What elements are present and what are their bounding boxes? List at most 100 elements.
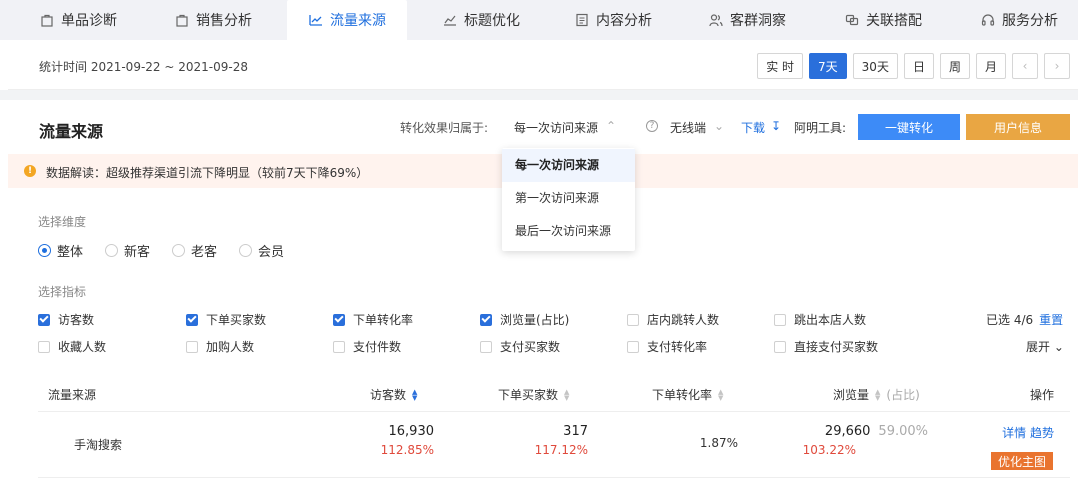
tab-service-analysis[interactable]: 服务分析 [974, 0, 1064, 40]
tab-product-diagnosis[interactable]: 单品诊断 [28, 0, 128, 40]
sort-icon[interactable]: ▲ ▼ [875, 388, 881, 402]
metric-pageviews[interactable]: 浏览量(占比) [480, 311, 569, 328]
radio-label: 整体 [57, 245, 84, 260]
radio-member[interactable]: 会员 [239, 241, 284, 260]
help-icon[interactable]: ? [646, 120, 658, 132]
trend-icon [308, 12, 324, 28]
dimension-title: 选择维度 [38, 215, 87, 229]
convert-button[interactable]: 一键转化 [858, 114, 960, 140]
expand-toggle[interactable]: 展开 ⌄ [1026, 338, 1064, 355]
users-icon [708, 12, 724, 28]
attribution-label: 转化效果归属于: [400, 121, 489, 135]
sort-desc-icon: ▼ [564, 393, 570, 402]
line-chart-icon [442, 12, 458, 28]
time-range-buttons: 实 时 7天 30天 日 周 月 ‹ › [757, 53, 1070, 79]
header-label: 流量来源 [48, 388, 97, 402]
header-source: 流量来源 [48, 386, 96, 403]
tab-audience-insight[interactable]: 客群洞察 [702, 0, 792, 40]
metric-order-buyers[interactable]: 下单买家数 [186, 311, 266, 328]
radio-overall[interactable]: 整体 [38, 241, 83, 260]
sort-desc-icon: ▼ [875, 393, 881, 402]
checkbox [627, 313, 639, 326]
header-pct-label: (占比) [886, 388, 920, 402]
metric-paid-conversion[interactable]: 支付转化率 [627, 338, 707, 355]
radio-old-customer[interactable]: 老客 [172, 241, 217, 260]
header-label: 浏览量 [833, 388, 870, 402]
day-button[interactable]: 日 [903, 53, 934, 79]
chevron-right-icon: › [1054, 59, 1060, 73]
download-label: 下载 [741, 121, 766, 135]
radio-new-customer[interactable]: 新客 [105, 241, 150, 260]
row-order-buyers: 317 117.12% [498, 424, 588, 457]
7day-button[interactable]: 7天 [809, 53, 847, 79]
headset-icon [980, 12, 996, 28]
attribution-select[interactable]: 每一次访问来源 ⌃ [514, 119, 616, 136]
tab-content-analysis[interactable]: 内容分析 [568, 0, 658, 40]
header-visitors[interactable]: 访客数 ▲ ▼ [370, 386, 417, 403]
dropdown-item-every-visit[interactable]: 每一次访问来源 [502, 149, 635, 182]
link-icon [844, 12, 860, 28]
table-header: 流量来源 访客数 ▲ ▼ 下单买家数 ▲ ▼ 下单转化率 ▲ ▼ 浏览量 ▲ ▼ (占比… [38, 378, 1070, 412]
metric-bounce-out[interactable]: 跳出本店人数 [774, 311, 866, 328]
metric-order-conversion[interactable]: 下单转化率 [333, 311, 413, 328]
30day-button[interactable]: 30天 [852, 53, 898, 79]
next-period-button[interactable]: › [1044, 53, 1070, 79]
chevron-down-icon: ⌄ [714, 119, 725, 133]
selected-count-text: 已选 4/6 [986, 313, 1034, 327]
checkbox [774, 340, 786, 353]
chevron-left-icon: ‹ [1022, 59, 1028, 73]
table-row: 手淘搜索 16,930 112.85% 317 117.12% 1.87% 29… [38, 412, 1070, 478]
tab-label: 关联搭配 [866, 13, 922, 29]
row-conversion: 1.87% [699, 436, 738, 450]
visitors-change: 112.85% [380, 443, 434, 457]
section-divider [0, 90, 1078, 100]
tab-title-optimization[interactable]: 标题优化 [436, 0, 526, 40]
device-select[interactable]: 无线端 ⌄ [670, 119, 724, 136]
section-header: 流量来源 转化效果归属于: 每一次访问来源 ⌃ ? 无线端 ⌄ 下载 ↧ 阿明工… [8, 100, 1078, 154]
realtime-button[interactable]: 实 时 [757, 53, 804, 79]
download-link[interactable]: 下载 ↧ [741, 119, 781, 136]
sort-icon[interactable]: ▲ ▼ [412, 388, 417, 401]
trend-link[interactable]: 趋势 [1030, 426, 1054, 440]
metric-direct-paid-buyers[interactable]: 直接支付买家数 [774, 338, 878, 355]
metric-label: 支付件数 [353, 340, 402, 354]
reset-link[interactable]: 重置 [1039, 313, 1063, 327]
metric-label: 支付买家数 [500, 340, 561, 354]
header-label: 访客数 [370, 388, 407, 402]
header-conversion[interactable]: 下单转化率 ▲ ▼ [652, 386, 723, 403]
metrics-title: 选择指标 [38, 285, 87, 299]
sort-desc-icon: ▼ [718, 393, 724, 402]
metric-add-to-cart[interactable]: 加购人数 [186, 338, 254, 355]
expand-label: 展开 [1026, 340, 1051, 354]
bag-icon [39, 12, 55, 28]
sort-icon[interactable]: ▲ ▼ [564, 388, 570, 402]
dropdown-item-first-visit[interactable]: 第一次访问来源 [502, 182, 635, 215]
tab-label: 标题优化 [464, 13, 520, 29]
header-pageviews[interactable]: 浏览量 ▲ ▼ (占比) [833, 386, 920, 403]
bag-icon [174, 12, 190, 28]
metric-paid-items[interactable]: 支付件数 [333, 338, 401, 355]
month-button[interactable]: 月 [975, 53, 1006, 79]
pageviews-line: 29,660 59.00% [738, 424, 928, 439]
user-info-button[interactable]: 用户信息 [966, 114, 1070, 140]
tab-label: 内容分析 [596, 13, 652, 29]
tab-traffic-source[interactable]: 流量来源 [287, 0, 407, 40]
week-button[interactable]: 周 [939, 53, 970, 79]
metric-in-store-jumps[interactable]: 店内跳转人数 [627, 311, 719, 328]
top-nav: 单品诊断 销售分析 流量来源 标题优化 内容分析 客群洞察 关联搭配 服务分析 [0, 0, 1078, 40]
prev-period-button[interactable]: ‹ [1012, 53, 1038, 79]
metric-paid-buyers[interactable]: 支付买家数 [480, 338, 560, 355]
metric-visitors[interactable]: 访客数 [38, 311, 94, 328]
dropdown-item-last-visit[interactable]: 最后一次访问来源 [502, 215, 635, 248]
optimize-image-button[interactable]: 优化主图 [991, 452, 1053, 470]
tab-related-pairing[interactable]: 关联搭配 [838, 0, 928, 40]
tab-sales-analysis[interactable]: 销售分析 [168, 0, 258, 40]
metric-favorites[interactable]: 收藏人数 [38, 338, 106, 355]
sort-icon[interactable]: ▲ ▼ [718, 388, 724, 402]
radio-label: 老客 [191, 245, 218, 260]
document-icon [574, 12, 590, 28]
detail-link[interactable]: 详情 [1002, 426, 1026, 440]
checkbox [186, 313, 198, 326]
attribution-dropdown: 每一次访问来源 第一次访问来源 最后一次访问来源 [502, 148, 635, 251]
header-order-buyers[interactable]: 下单买家数 ▲ ▼ [498, 386, 569, 403]
